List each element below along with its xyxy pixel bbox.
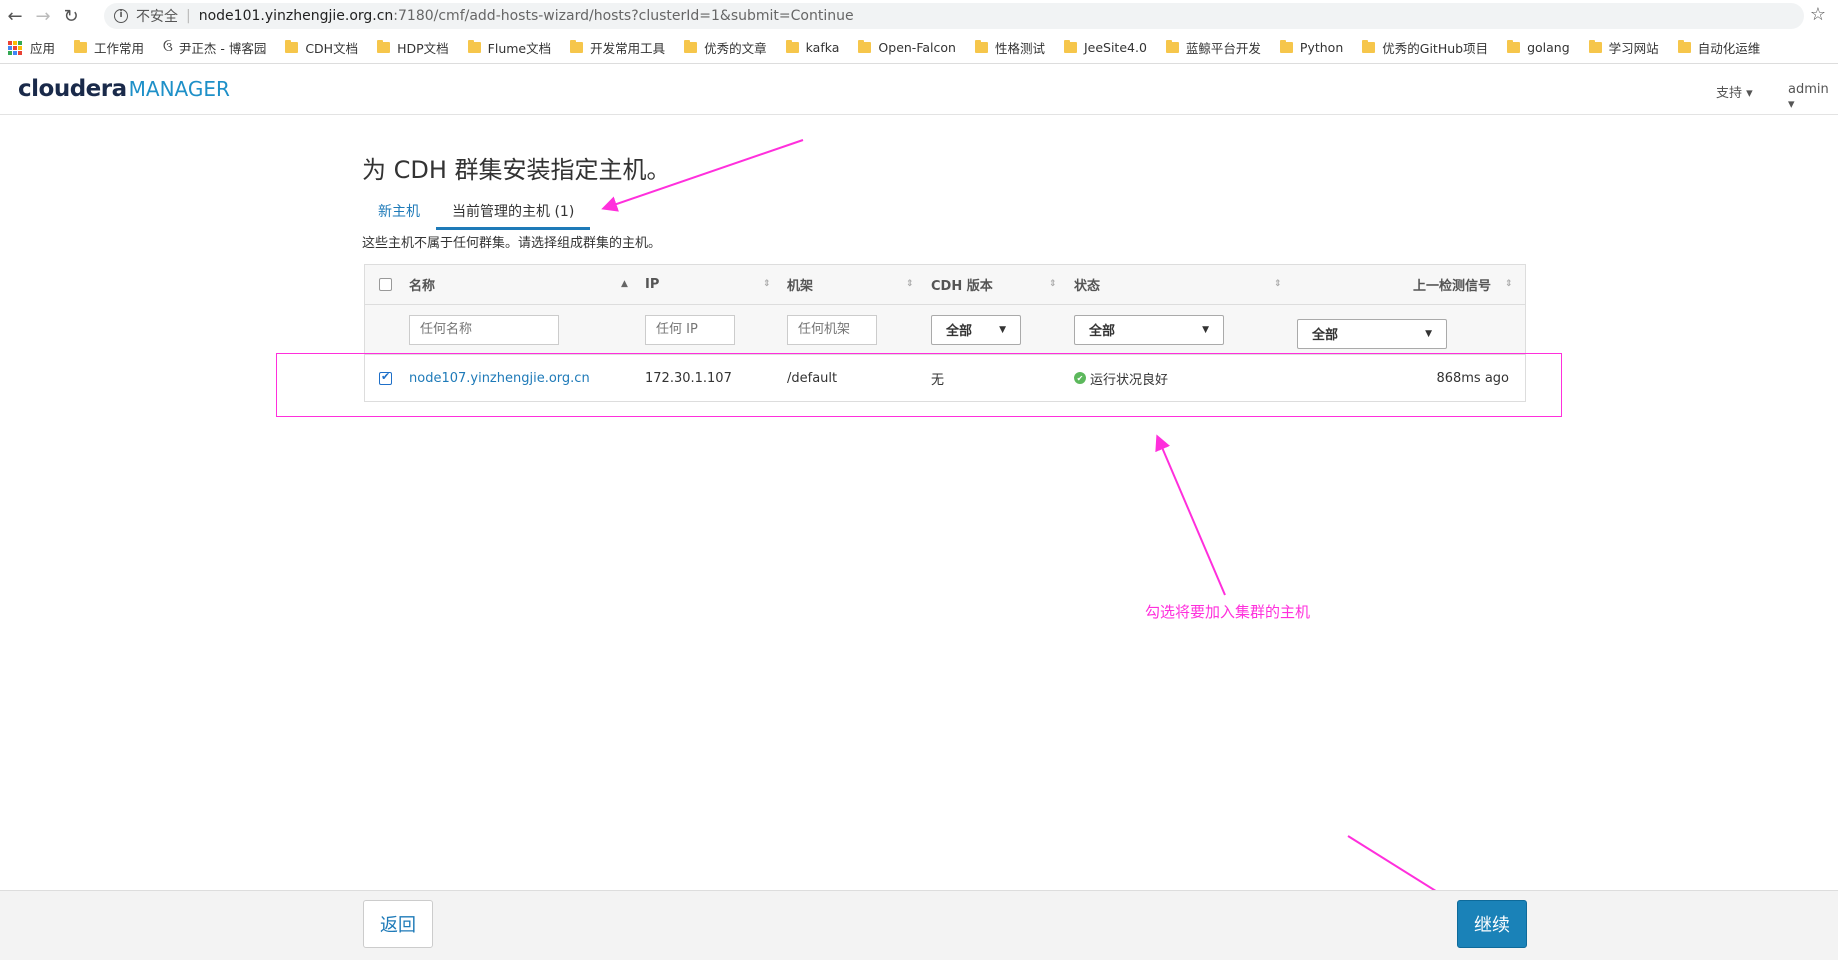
url-path: :7180/cmf/add-hosts-wizard/hosts?cluster… (393, 8, 854, 24)
page-title: 为 CDH 群集安装指定主机。 (362, 156, 671, 184)
table-filter-row: 全部▼ 全部▼ 全部▼ (365, 305, 1525, 355)
blog-icon: ઉ (163, 40, 173, 55)
bookmark-folder[interactable]: 优秀的GitHub项目 (1362, 38, 1488, 57)
arrow-to-row (1155, 434, 1226, 596)
host-tabs: 新主机 当前管理的主机 (1) (362, 196, 591, 230)
support-menu[interactable]: 支持 ▾ (1716, 82, 1753, 101)
bookmark-blog[interactable]: ઉ 尹正杰 - 博客园 (163, 38, 266, 57)
folder-icon (1677, 40, 1691, 53)
info-icon[interactable]: i (114, 9, 128, 23)
folder-icon (1063, 40, 1077, 53)
bookmark-folder[interactable]: 学习网站 (1588, 38, 1659, 57)
bookmark-folder[interactable]: JeeSite4.0 (1063, 40, 1147, 55)
user-menu[interactable]: admin ▾ (1788, 82, 1838, 112)
table-header-row: 名称 ▲ IP ⇕ 机架 ⇕ CDH 版本 ⇕ 状态 ⇕ 上一检测信号 ⇕ (365, 265, 1525, 305)
column-header-status[interactable]: 状态 (1074, 265, 1100, 304)
caret-down-icon: ▼ (1202, 324, 1209, 335)
sort-icon[interactable]: ⇕ (906, 279, 914, 289)
folder-icon (467, 40, 481, 53)
rack-filter-input[interactable] (787, 314, 877, 345)
bookmark-folder[interactable]: golang (1507, 40, 1570, 55)
tab-managed-hosts[interactable]: 当前管理的主机 (1) (436, 196, 591, 230)
bookmark-folder[interactable]: Python (1279, 40, 1343, 55)
bookmark-folder[interactable]: 优秀的文章 (684, 38, 767, 57)
address-bar[interactable]: i 不安全 | node101.yinzhengjie.org.cn:7180/… (104, 3, 1804, 29)
column-header-rack[interactable]: 机架 (787, 265, 813, 304)
select-all-checkbox[interactable] (379, 278, 392, 291)
tab-description: 这些主机不属于任何群集。请选择组成群集的主机。 (362, 236, 662, 251)
bookmark-folder[interactable]: 自动化运维 (1677, 38, 1760, 57)
browser-toolbar: ← → ↻ i 不安全 | node101.yinzhengjie.org.cn… (0, 0, 1838, 32)
sort-asc-icon[interactable]: ▲ (621, 279, 628, 289)
tab-new-hosts[interactable]: 新主机 (362, 196, 436, 230)
folder-icon (1362, 40, 1376, 53)
apps-grid-icon[interactable] (8, 40, 22, 55)
folder-icon (1165, 40, 1179, 53)
heartbeat-filter-select[interactable]: 全部 ▼ (1297, 318, 1447, 349)
caret-down-icon: ▼ (1425, 328, 1432, 339)
column-header-cdh-version[interactable]: CDH 版本 (931, 265, 993, 304)
sort-icon[interactable]: ⇕ (1274, 279, 1282, 289)
folder-icon (858, 40, 872, 53)
bookmark-apps[interactable]: 应用 (30, 38, 55, 57)
bookmark-folder[interactable]: 开发常用工具 (570, 38, 665, 57)
annotation-text: 勾选将要加入集群的主机 (1145, 603, 1311, 621)
column-header-ip[interactable]: IP (645, 265, 659, 304)
caret-down-icon: ▼ (999, 324, 1006, 335)
cdh-version-filter-select[interactable]: 全部 ▼ (931, 314, 1021, 345)
ip-filter-input[interactable] (645, 314, 735, 345)
reload-icon[interactable]: ↻ (58, 3, 84, 29)
folder-icon (1507, 40, 1521, 53)
cloudera-manager-logo[interactable]: cloudera MANAGER (18, 76, 230, 102)
name-filter-input[interactable] (409, 314, 559, 345)
bookmarks-bar: 应用 工作常用 ઉ 尹正杰 - 博客园 CDH文档 HDP文档 Flume文档 开… (0, 32, 1838, 64)
folder-icon (785, 40, 799, 53)
folder-icon (377, 40, 391, 53)
sort-icon[interactable]: ⇕ (1505, 279, 1513, 289)
folder-icon (974, 40, 988, 53)
back-arrow-icon[interactable]: ← (2, 3, 28, 29)
forward-arrow-icon[interactable]: → (30, 3, 56, 29)
bookmark-folder[interactable]: 性格测试 (974, 38, 1045, 57)
app-header: cloudera MANAGER 支持 ▾ admin ▾ (0, 65, 1838, 115)
folder-icon (684, 40, 698, 53)
bookmark-folder[interactable]: 蓝鲸平台开发 (1165, 38, 1261, 57)
folder-icon (74, 40, 88, 53)
address-separator: | (186, 8, 191, 24)
continue-button[interactable]: 继续 (1457, 900, 1527, 948)
sort-icon[interactable]: ⇕ (1049, 279, 1057, 289)
bookmark-folder[interactable]: CDH文档 (285, 38, 358, 57)
bookmark-folder[interactable]: Flume文档 (467, 38, 551, 57)
status-filter-select[interactable]: 全部 ▼ (1074, 314, 1224, 345)
folder-icon (570, 40, 584, 53)
bookmark-folder[interactable]: HDP文档 (377, 38, 449, 57)
bookmark-folder[interactable]: Open-Falcon (858, 40, 956, 55)
wizard-footer: 返回 继续 (0, 890, 1838, 960)
folder-icon (285, 40, 299, 53)
annotation-highlight-box (276, 353, 1562, 417)
folder-icon (1588, 40, 1602, 53)
column-header-name[interactable]: 名称 (409, 265, 435, 304)
bookmark-star-icon[interactable]: ☆ (1810, 4, 1826, 25)
folder-icon (1279, 40, 1293, 53)
annotation-arrows (601, 139, 1467, 911)
url-host: node101.yinzhengjie.org.cn (198, 8, 394, 24)
column-header-last-heartbeat[interactable]: 上一检测信号 (1413, 265, 1491, 304)
bookmark-folder[interactable]: 工作常用 (74, 38, 144, 57)
insecure-label: 不安全 (136, 9, 178, 25)
bookmark-folder[interactable]: kafka (785, 40, 839, 55)
back-button[interactable]: 返回 (363, 900, 433, 948)
sort-icon[interactable]: ⇕ (763, 279, 771, 289)
